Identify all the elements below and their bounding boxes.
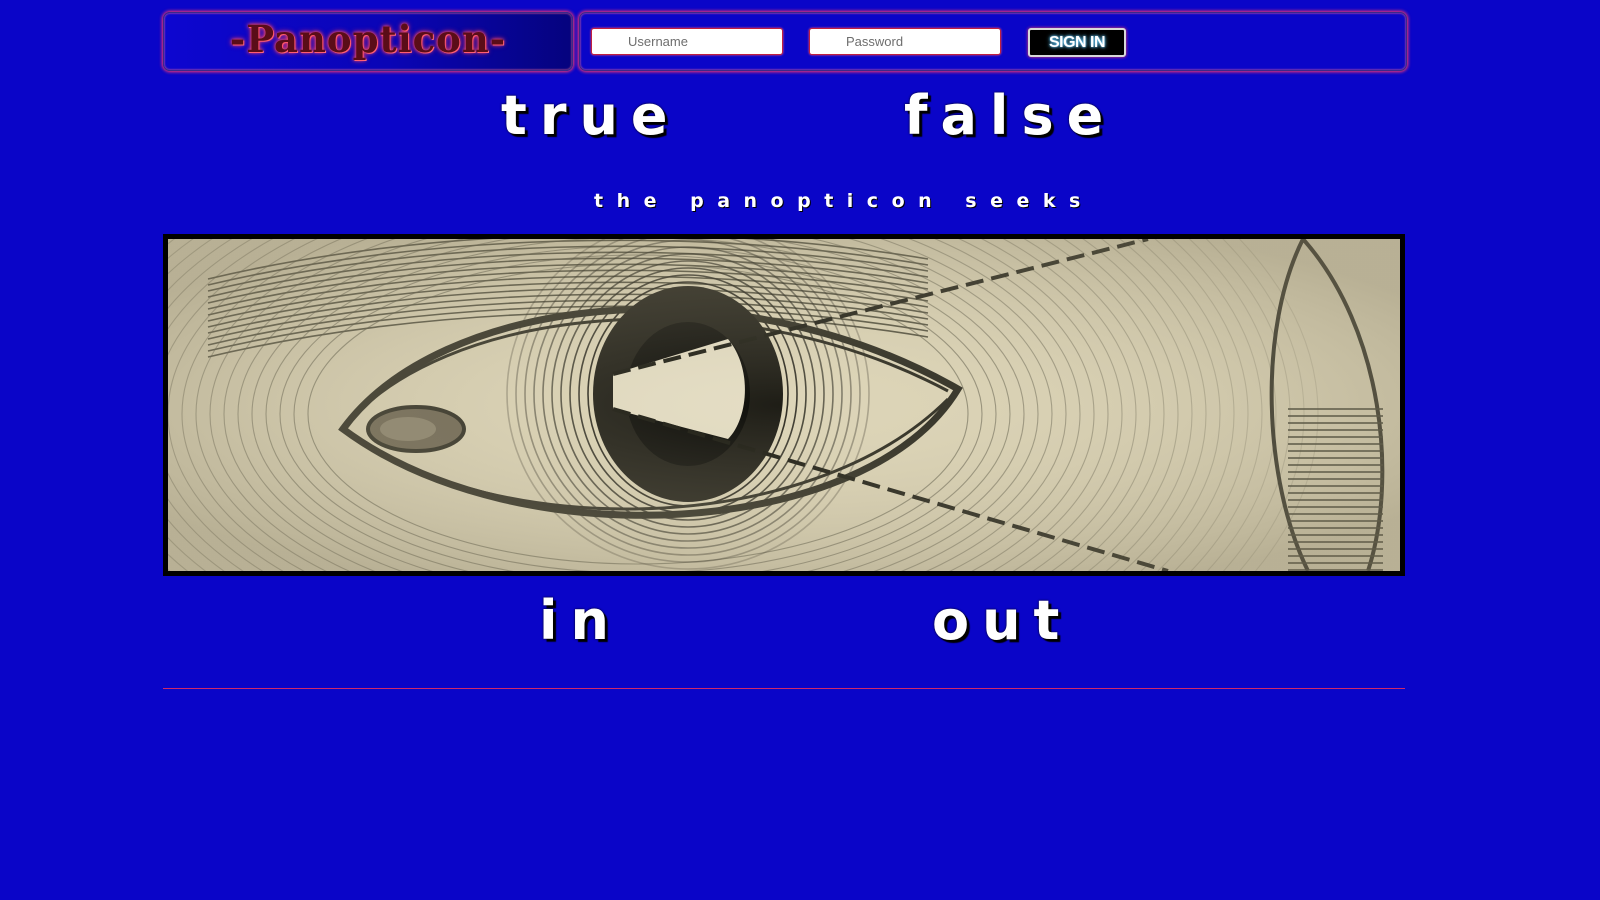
site-logo[interactable]: -Panopticon- [230,15,506,63]
eye-illustration [163,234,1405,576]
sign-in-button[interactable]: SIGN IN [1028,28,1126,57]
page: -Panopticon- SIGN IN true false the pano… [163,12,1407,689]
word-false[interactable]: false [904,84,1116,147]
word-out[interactable]: out [932,589,1072,652]
logo-panel[interactable]: -Panopticon- [163,12,573,71]
username-input[interactable] [591,28,783,55]
login-form: SIGN IN [579,12,1407,71]
password-input[interactable] [809,28,1001,55]
site-header: -Panopticon- SIGN IN [163,12,1407,72]
word-in[interactable]: in [539,589,622,652]
word-true[interactable]: true [501,84,681,147]
tagline: the panopticon seeks [594,190,1094,212]
eye-illustration-icon [168,239,1400,571]
divider [163,688,1405,689]
